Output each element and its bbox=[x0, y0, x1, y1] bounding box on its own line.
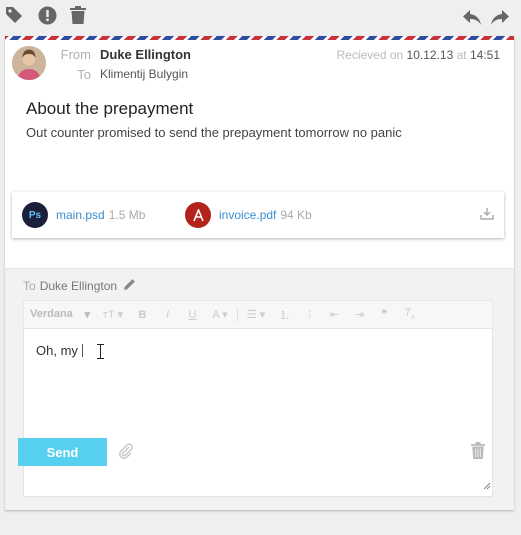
editor-toolbar: Verdana ▾ ᴛT ▾ B I U A ▾ ☰ ▾ ⒈ ⁝ ⇤ ⇥ ❞ Tx bbox=[23, 300, 493, 328]
received-at: at bbox=[456, 48, 467, 62]
received-time: 14:51 bbox=[469, 48, 500, 62]
paperclip-icon[interactable] bbox=[118, 443, 134, 464]
compose-to-label: To bbox=[23, 279, 36, 293]
alert-icon[interactable] bbox=[36, 4, 58, 26]
reply-composer: To Duke Ellington Verdana ▾ ᴛT ▾ B I U A … bbox=[5, 268, 514, 510]
font-size-icon[interactable]: ᴛT ▾ bbox=[96, 308, 130, 321]
trash-icon[interactable] bbox=[67, 4, 89, 26]
italic-icon[interactable]: I bbox=[155, 309, 180, 321]
quote-icon[interactable]: ❞ bbox=[372, 308, 397, 321]
attachment-name[interactable]: main.psd bbox=[56, 208, 105, 222]
editor-content[interactable]: Oh, my bbox=[36, 343, 83, 358]
attachments-bar: Ps main.psd 1.5 Mb invoice.pdf 94 Kb bbox=[12, 192, 504, 238]
received-prefix: Recieved on bbox=[336, 48, 404, 62]
attachment-size: 94 Kb bbox=[280, 208, 312, 222]
pencil-icon[interactable] bbox=[123, 278, 136, 294]
tag-icon[interactable] bbox=[3, 4, 25, 26]
avatar[interactable] bbox=[12, 46, 46, 80]
toolbar-divider bbox=[237, 307, 238, 322]
from-label: From bbox=[60, 47, 91, 62]
compose-to-row: To Duke Ellington bbox=[23, 278, 136, 294]
bullet-list-icon[interactable]: ⁝ bbox=[297, 308, 322, 321]
numbered-list-icon[interactable]: ⒈ bbox=[272, 307, 297, 323]
compose-recipient[interactable]: Duke Ellington bbox=[40, 279, 117, 293]
download-icon[interactable] bbox=[480, 207, 494, 225]
message-editor[interactable]: Oh, my bbox=[23, 328, 493, 497]
clear-format-icon[interactable]: Tx bbox=[397, 307, 422, 321]
message-toolbar bbox=[0, 0, 521, 36]
message-body: Out counter promised to send the prepaym… bbox=[26, 125, 402, 140]
airmail-border bbox=[5, 36, 514, 40]
ibeam-cursor-icon bbox=[97, 344, 104, 364]
forward-icon[interactable] bbox=[489, 7, 511, 29]
send-button[interactable]: Send bbox=[18, 438, 107, 466]
reply-icon[interactable] bbox=[461, 7, 483, 29]
received-info: Recieved on 10.12.13 at 14:51 bbox=[336, 48, 500, 62]
message-subject: About the prepayment bbox=[26, 99, 194, 118]
photoshop-file-icon: Ps bbox=[22, 202, 48, 228]
text-color-icon[interactable]: A ▾ bbox=[205, 308, 235, 321]
outdent-icon[interactable]: ⇤ bbox=[322, 308, 347, 321]
text-caret bbox=[81, 344, 83, 357]
attachment-pdf[interactable]: invoice.pdf 94 Kb bbox=[185, 202, 312, 228]
bold-icon[interactable]: B bbox=[130, 309, 155, 321]
indent-icon[interactable]: ⇥ bbox=[347, 308, 372, 321]
attachment-psd[interactable]: Ps main.psd 1.5 Mb bbox=[22, 202, 145, 228]
received-date: 10.12.13 bbox=[406, 48, 454, 62]
chevron-down-icon: ▾ bbox=[84, 309, 90, 321]
attachment-name[interactable]: invoice.pdf bbox=[219, 208, 276, 222]
discard-trash-icon[interactable] bbox=[471, 442, 485, 464]
font-select[interactable]: Verdana ▾ bbox=[24, 308, 96, 321]
resize-handle-icon[interactable] bbox=[483, 477, 491, 495]
underline-icon[interactable]: U bbox=[180, 309, 205, 321]
attachment-size: 1.5 Mb bbox=[108, 208, 146, 222]
pdf-file-icon bbox=[185, 202, 211, 228]
sender-name[interactable]: Duke Ellington bbox=[100, 47, 191, 62]
recipient-name[interactable]: Klimentij Bulygin bbox=[100, 67, 188, 81]
align-icon[interactable]: ☰ ▾ bbox=[240, 308, 272, 321]
to-label: To bbox=[77, 67, 91, 82]
